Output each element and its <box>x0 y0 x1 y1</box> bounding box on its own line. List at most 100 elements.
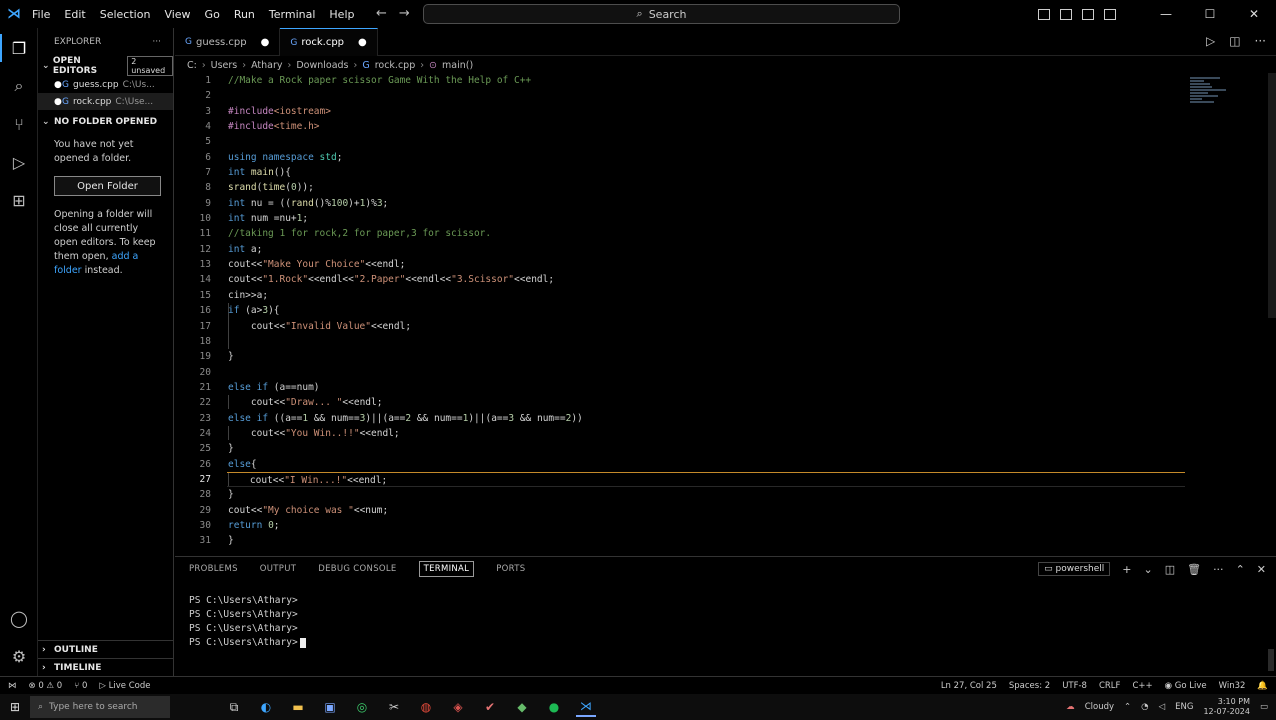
menu-go[interactable]: Go <box>205 8 220 21</box>
platform[interactable]: Win32 <box>1219 681 1246 691</box>
customize-layout-icon[interactable] <box>1104 8 1116 20</box>
run-debug-icon[interactable]: ▷ <box>9 152 29 172</box>
tray-chevron-icon[interactable]: ⌃ <box>1124 702 1131 712</box>
open-editors-header[interactable]: ⌄ OPEN EDITORS 2 unsaved <box>38 56 173 76</box>
menu-help[interactable]: Help <box>329 8 354 21</box>
cursor-position[interactable]: Ln 27, Col 25 <box>941 681 997 691</box>
line-number: 13 <box>199 259 211 271</box>
command-search-box[interactable]: ⌕ Search <box>423 4 900 24</box>
bell-icon[interactable]: 🔔 <box>1257 681 1268 691</box>
run-code-icon[interactable]: ▷ <box>1206 34 1215 48</box>
app-icon[interactable]: ◈ <box>448 697 468 717</box>
whatsapp-icon[interactable]: ◎ <box>352 697 372 717</box>
unsaved-dot-icon[interactable]: ● <box>261 37 270 48</box>
vscode-taskbar-icon[interactable]: ⋊ <box>576 697 596 717</box>
close-panel-icon[interactable]: ✕ <box>1257 563 1266 576</box>
timeline-label: TIMELINE <box>54 662 102 673</box>
toggle-secondary-sidebar-icon[interactable] <box>1082 8 1094 20</box>
maximize-panel-icon[interactable]: ⌃ <box>1236 563 1245 576</box>
menu-run[interactable]: Run <box>234 8 255 21</box>
more-actions-icon[interactable]: ··· <box>152 37 161 47</box>
end-of-line[interactable]: CRLF <box>1099 681 1120 691</box>
more-actions-icon[interactable]: ··· <box>1213 563 1224 576</box>
menu-view[interactable]: View <box>164 8 190 21</box>
go-live-button[interactable]: ◉ Go Live <box>1165 681 1207 691</box>
editor-scrollbar[interactable] <box>1268 73 1276 318</box>
open-editor-rock[interactable]: ● G rock.cpp C:\Use... <box>38 93 173 110</box>
notification-icon[interactable]: ▭ <box>1260 702 1268 712</box>
store-icon[interactable]: ▣ <box>320 697 340 717</box>
task-view-icon[interactable]: ⧉ <box>224 697 244 717</box>
no-folder-message: You have not yet opened a folder. <box>54 139 134 164</box>
app-icon[interactable]: ◆ <box>512 697 532 717</box>
split-editor-icon[interactable]: ◫ <box>1229 34 1240 48</box>
split-terminal-icon[interactable]: ◫ <box>1165 563 1175 576</box>
menu-selection[interactable]: Selection <box>100 8 151 21</box>
menu-terminal[interactable]: Terminal <box>269 8 316 21</box>
more-actions-icon[interactable]: ··· <box>1255 34 1266 48</box>
spotify-icon[interactable]: ● <box>544 697 564 717</box>
maximize-icon[interactable]: ☐ <box>1188 7 1232 21</box>
gear-icon[interactable]: ⚙ <box>9 646 29 666</box>
volume-icon[interactable]: ◁ <box>1159 702 1166 712</box>
extensions-icon[interactable]: ⊞ <box>9 190 29 210</box>
encoding[interactable]: UTF-8 <box>1062 681 1087 691</box>
chevron-down-icon[interactable]: ⌄ <box>1143 563 1152 576</box>
breadcrumb-item[interactable]: rock.cpp <box>375 60 416 71</box>
explorer-files-icon[interactable]: ❐ <box>9 38 29 58</box>
minimap[interactable] <box>1190 77 1230 113</box>
indentation[interactable]: Spaces: 2 <box>1009 681 1050 691</box>
file-explorer-icon[interactable]: ▬ <box>288 697 308 717</box>
source-control-icon[interactable]: ⑂ <box>9 114 29 134</box>
terminal-shell-selector[interactable]: ▭ powershell <box>1038 562 1111 576</box>
outline-section[interactable]: › OUTLINE <box>38 640 174 658</box>
terminal-output[interactable]: PS C:\Users\Athary> PS C:\Users\Athary> … <box>189 594 306 650</box>
toggle-panel-icon[interactable] <box>1060 8 1072 20</box>
live-code-status[interactable]: ▷ Live Code <box>99 681 150 691</box>
forward-arrow-icon[interactable]: → <box>399 6 410 21</box>
tool-app-icon[interactable]: ✂ <box>384 697 404 717</box>
open-editor-guess[interactable]: ● G guess.cpp C:\Us... <box>38 76 173 93</box>
network-icon[interactable]: ◔ <box>1141 702 1148 712</box>
breadcrumb-item[interactable]: main() <box>442 60 473 71</box>
system-clock[interactable]: 3:10 PM 12-07-2024 <box>1203 697 1250 717</box>
language-mode[interactable]: C++ <box>1132 681 1152 691</box>
search-icon[interactable]: ⌕ <box>9 76 29 96</box>
no-folder-header[interactable]: ⌄ NO FOLDER OPENED <box>38 112 173 132</box>
breadcrumb-item[interactable]: Users <box>211 60 238 71</box>
trash-icon[interactable]: 🗑 <box>1187 563 1201 576</box>
unsaved-dot-icon[interactable]: ● <box>358 37 367 48</box>
taskbar-search[interactable]: ⌕ Type here to search <box>30 696 170 718</box>
close-window-icon[interactable]: ✕ <box>1232 7 1276 21</box>
tab-problems[interactable]: PROBLEMS <box>189 564 238 574</box>
menu-file[interactable]: File <box>32 8 50 21</box>
breadcrumb-item[interactable]: Downloads <box>296 60 348 71</box>
tab-rock-cpp[interactable]: G rock.cpp ● <box>280 28 378 56</box>
open-folder-button[interactable]: Open Folder <box>54 176 161 196</box>
chrome-icon[interactable]: ◍ <box>416 697 436 717</box>
tab-debug-console[interactable]: DEBUG CONSOLE <box>318 564 396 574</box>
menu-edit[interactable]: Edit <box>64 8 85 21</box>
edge-browser-icon[interactable]: ◐ <box>256 697 276 717</box>
timeline-section[interactable]: › TIMELINE <box>38 658 174 676</box>
ports-status[interactable]: ⑂ 0 <box>74 681 87 691</box>
windows-start-icon[interactable]: ⊞ <box>0 700 30 714</box>
code-editor[interactable]: 1 2 3 4 5 6 7 8 9 10 11 12 13 14 15 16 17 18 19 20 21 22 23 24 2… <box>175 73 1276 551</box>
remote-icon[interactable]: ⋈ <box>8 681 17 691</box>
language-indicator[interactable]: ENG <box>1175 702 1193 712</box>
tab-ports[interactable]: PORTS <box>496 564 525 574</box>
new-terminal-icon[interactable]: + <box>1122 563 1131 576</box>
tab-guess-cpp[interactable]: G guess.cpp ● <box>175 28 281 56</box>
breadcrumb-item[interactable]: Athary <box>251 60 282 71</box>
tab-terminal[interactable]: TERMINAL <box>418 561 475 577</box>
app-icon[interactable]: ✔ <box>480 697 500 717</box>
panel-scrollbar[interactable] <box>1268 649 1274 671</box>
toggle-primary-sidebar-icon[interactable] <box>1038 8 1050 20</box>
breadcrumb-item[interactable]: C: <box>187 60 197 71</box>
back-arrow-icon[interactable]: ← <box>376 6 387 21</box>
account-icon[interactable]: ◯ <box>9 608 29 628</box>
problems-status[interactable]: ⊗ 0 ⚠ 0 <box>29 681 63 691</box>
weather-label[interactable]: Cloudy <box>1085 702 1114 712</box>
tab-output[interactable]: OUTPUT <box>260 564 296 574</box>
minimize-icon[interactable]: — <box>1144 7 1188 21</box>
